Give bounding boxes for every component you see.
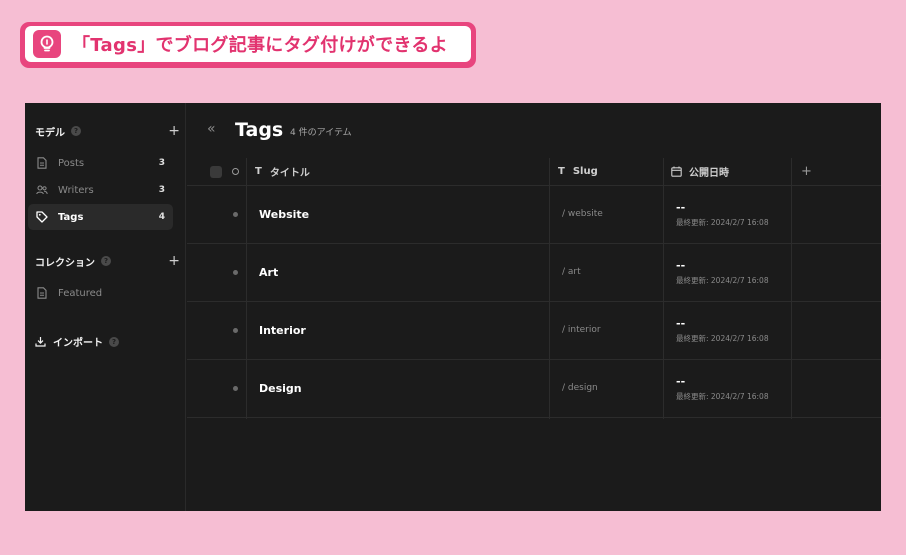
row-updated: 最終更新: 2024/2/7 16:08 (676, 218, 769, 227)
lightbulb-icon (33, 30, 61, 58)
table-row[interactable]: Interior / interior -- 最終更新: 2024/2/7 16… (187, 302, 881, 360)
table-row[interactable]: Website / website -- 最終更新: 2024/2/7 16:0… (187, 186, 881, 244)
column-header-published[interactable]: 公開日時 (671, 158, 729, 185)
row-published: -- (676, 317, 686, 330)
table-header: T タイトル T Slug 公開日時 + (187, 158, 881, 186)
text-type-icon: T (558, 166, 565, 177)
sidebar-item-tags[interactable]: Tags 4 (28, 204, 173, 230)
row-slug: / art (562, 267, 581, 277)
help-icon[interactable]: ? (71, 126, 81, 136)
item-count: 4 (158, 212, 165, 222)
row-published: -- (676, 259, 686, 272)
models-heading-label: モデル (35, 127, 65, 139)
add-model-button[interactable]: + (168, 123, 180, 139)
status-dot (233, 270, 238, 275)
download-icon (35, 336, 46, 347)
row-title[interactable]: Interior (259, 324, 306, 337)
import-button[interactable]: インポート ? (35, 334, 119, 349)
table-row[interactable]: Art / art -- 最終更新: 2024/2/7 16:08 (187, 244, 881, 302)
document-icon (36, 157, 48, 169)
callout-banner: 「Tags」でブログ記事にタグ付けができるよ (20, 22, 476, 68)
help-icon[interactable]: ? (109, 336, 119, 347)
sidebar: モデル ? + Posts 3 Writers 3 Tags 4 コレクション … (25, 103, 186, 511)
add-collection-button[interactable]: + (168, 253, 180, 269)
document-icon (36, 287, 48, 299)
column-header-slug[interactable]: T Slug (558, 158, 598, 185)
text-type-icon: T (255, 166, 262, 177)
collections-heading-label: コレクション (35, 257, 95, 269)
callout-inner: 「Tags」でブログ記事にタグ付けができるよ (25, 26, 471, 62)
callout-text: 「Tags」でブログ記事にタグ付けができるよ (72, 35, 448, 56)
sidebar-item-featured[interactable]: Featured (28, 280, 173, 306)
row-title[interactable]: Website (259, 208, 309, 221)
status-circle-icon (232, 158, 239, 185)
sidebar-item-writers[interactable]: Writers 3 (28, 177, 173, 203)
row-updated: 最終更新: 2024/2/7 16:08 (676, 276, 769, 285)
help-icon[interactable]: ? (101, 256, 111, 266)
import-label: インポート (53, 338, 103, 349)
column-slug-label: Slug (572, 166, 598, 177)
users-icon (36, 184, 48, 196)
page-title: Tags (235, 119, 284, 141)
status-dot (233, 386, 238, 391)
item-count: 3 (158, 185, 165, 195)
calendar-icon (671, 166, 682, 177)
status-dot (233, 328, 238, 333)
add-column-button[interactable]: + (801, 158, 812, 185)
column-title-label: タイトル (269, 168, 310, 179)
row-updated: 最終更新: 2024/2/7 16:08 (676, 392, 769, 401)
content-area: « Tags 4 件のアイテム T タイトル T Slug 公開日時 + Web… (187, 103, 881, 511)
column-published-label: 公開日時 (689, 168, 729, 179)
cms-window: モデル ? + Posts 3 Writers 3 Tags 4 コレクション … (25, 103, 881, 511)
select-all-checkbox[interactable] (210, 158, 222, 185)
status-dot (233, 212, 238, 217)
column-header-title[interactable]: T タイトル (255, 158, 310, 185)
item-count: 3 (158, 158, 165, 168)
tag-icon (36, 211, 48, 223)
row-slug: / website (562, 209, 603, 219)
row-published: -- (676, 375, 686, 388)
item-count-label: 4 件のアイテム (290, 128, 352, 138)
row-slug: / interior (562, 325, 601, 335)
sidebar-item-label: Posts (58, 157, 85, 169)
sidebar-item-label: Writers (58, 184, 94, 196)
row-title[interactable]: Art (259, 266, 278, 279)
collections-heading: コレクション ? + (35, 252, 180, 270)
row-updated: 最終更新: 2024/2/7 16:08 (676, 334, 769, 343)
row-slug: / design (562, 383, 598, 393)
models-heading: モデル ? + (35, 122, 180, 140)
row-title[interactable]: Design (259, 382, 302, 395)
sidebar-item-posts[interactable]: Posts 3 (28, 150, 173, 176)
sidebar-item-label: Featured (58, 287, 103, 299)
sidebar-item-label: Tags (58, 211, 84, 223)
table-row[interactable]: Design / design -- 最終更新: 2024/2/7 16:08 (187, 360, 881, 418)
row-published: -- (676, 201, 686, 214)
collapse-sidebar-icon[interactable]: « (207, 121, 216, 137)
